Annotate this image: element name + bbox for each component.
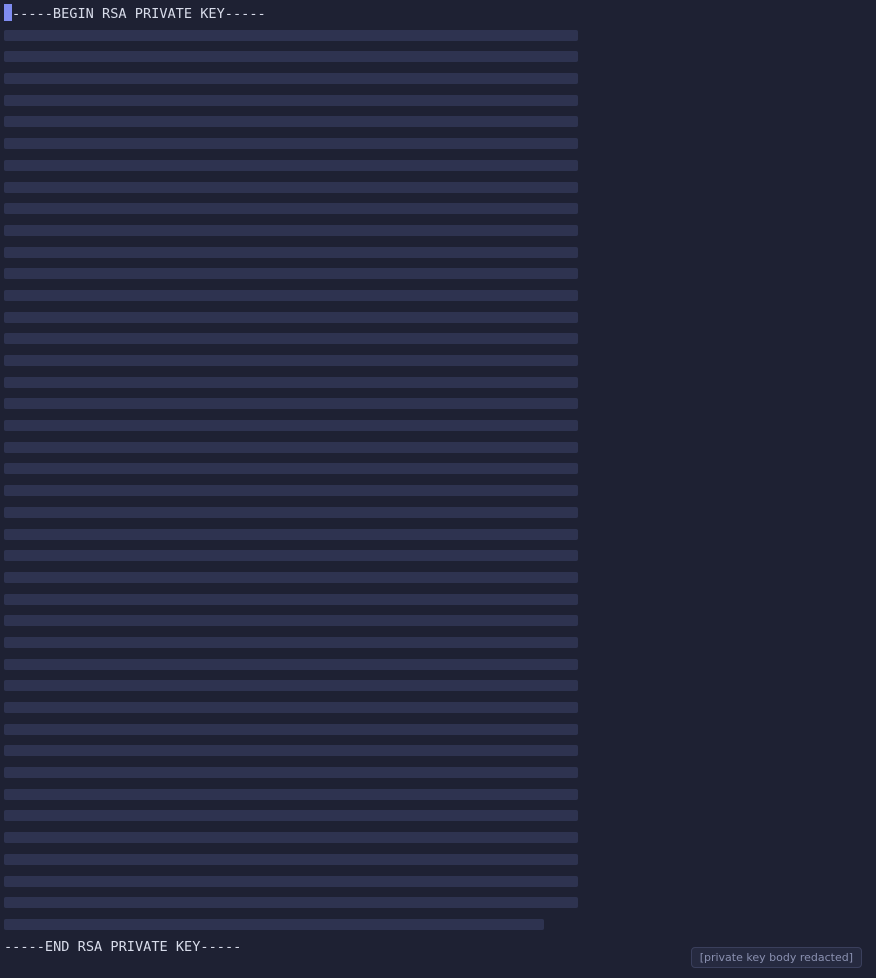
redaction-bar [4,875,578,887]
redaction-bar [4,181,578,193]
redacted-key-line [4,112,876,134]
redaction-bar [4,333,578,345]
redaction-bar [4,51,578,63]
redacted-key-line [4,438,876,460]
redacted-key-line [4,47,876,69]
redacted-key-line [4,655,876,677]
redacted-key-line [4,134,876,156]
redaction-bar [4,767,578,779]
redaction-bar [4,355,578,366]
redaction-note: [private key body redacted] [690,947,862,968]
redaction-bar [4,636,578,648]
redacted-key-line [4,329,876,351]
redacted-key-line [4,850,876,872]
redacted-key-line [4,915,876,937]
redaction-bar [4,420,578,432]
redaction-bar [4,311,578,323]
redacted-key-line [4,611,876,633]
redacted-key-line [4,720,876,742]
terminal-viewport[interactable]: -----BEGIN RSA PRIVATE KEY----- -----END… [0,0,876,978]
redacted-key-line [4,286,876,308]
redacted-key-line [4,546,876,568]
redacted-key-line [4,308,876,330]
redaction-bar [4,116,578,128]
redaction-bar [4,832,578,844]
redacted-key-line [4,416,876,438]
redacted-key-line [4,156,876,178]
key-header-line: -----BEGIN RSA PRIVATE KEY----- [4,4,876,26]
redaction-bar [4,398,578,410]
redacted-key-line [4,243,876,265]
redaction-bar [4,246,578,258]
redacted-key-line [4,525,876,547]
redacted-key-line [4,199,876,221]
redacted-key-line [4,590,876,612]
redacted-key-line [4,893,876,915]
redaction-bar [4,658,578,670]
redacted-key-line [4,806,876,828]
redacted-key-line [4,828,876,850]
redaction-bar [4,810,578,822]
redaction-bar [4,203,578,215]
redaction-bar [4,593,578,605]
redaction-bar [4,441,578,453]
redacted-key-line [4,633,876,655]
redacted-key-line [4,698,876,720]
redaction-bar [4,528,578,540]
redaction-bar [4,224,578,236]
redaction-bar [4,745,578,757]
redaction-bar [4,918,544,930]
key-header-text: -----BEGIN RSA PRIVATE KEY----- [12,6,266,22]
redacted-key-line [4,741,876,763]
redaction-bar [4,680,578,692]
redaction-bar [4,571,578,583]
redaction-bar [4,897,578,909]
redaction-bar [4,723,578,735]
redaction-bar [4,615,578,627]
redacted-key-line [4,69,876,91]
redaction-bar [4,506,578,518]
redacted-key-line [4,568,876,590]
redaction-bar [4,73,578,85]
redaction-bar [4,289,578,301]
redacted-key-line [4,373,876,395]
redaction-bar [4,788,578,800]
key-body [4,26,876,937]
redaction-bar [4,853,578,865]
redaction-bar [4,550,578,562]
redacted-key-line [4,91,876,113]
redaction-bar [4,268,578,280]
text-cursor [4,4,12,21]
redaction-bar [4,159,578,171]
redacted-key-line [4,264,876,286]
redacted-key-line [4,221,876,243]
redaction-bar [4,138,578,150]
redacted-key-line [4,785,876,807]
redacted-key-line [4,178,876,200]
redaction-bar [4,94,578,106]
redacted-key-line [4,676,876,698]
redacted-key-line [4,481,876,503]
redacted-key-line [4,459,876,481]
redaction-bar [4,485,578,497]
redacted-key-line [4,872,876,894]
redaction-bar [4,702,578,713]
redacted-key-line [4,351,876,373]
redacted-key-line [4,394,876,416]
redaction-bar [4,463,578,475]
redacted-key-line [4,503,876,525]
redaction-bar [4,29,578,41]
redacted-key-line [4,26,876,48]
redacted-key-line [4,763,876,785]
redaction-bar [4,376,578,388]
